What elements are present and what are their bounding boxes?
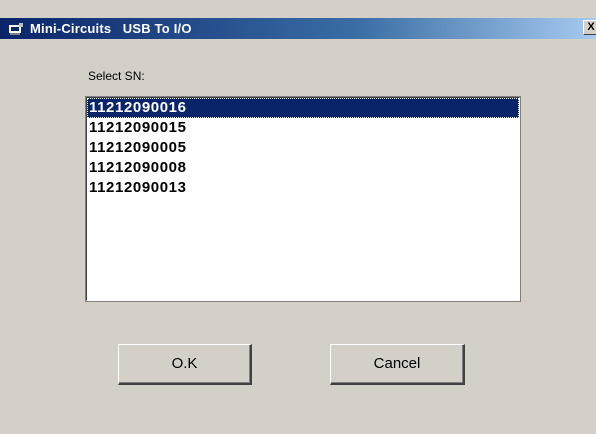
serial-number-item[interactable]: 11212090015 xyxy=(87,118,519,138)
title-bar[interactable]: Mini-Circuits USB To I/O X xyxy=(0,18,596,39)
window-title: Mini-Circuits USB To I/O xyxy=(30,21,192,36)
cancel-button[interactable]: Cancel xyxy=(330,344,465,385)
app-icon xyxy=(8,22,24,36)
serial-number-listbox[interactable]: 11212090016 11212090015 11212090005 1121… xyxy=(85,96,521,302)
close-button[interactable]: X xyxy=(583,20,596,35)
usb-to-io-dialog: Mini-Circuits USB To I/O X Select SN: 11… xyxy=(0,0,596,434)
select-sn-label: Select SN: xyxy=(88,69,145,83)
serial-number-item[interactable]: 11212090008 xyxy=(87,158,519,178)
serial-number-item[interactable]: 11212090005 xyxy=(87,138,519,158)
serial-number-item[interactable]: 11212090013 xyxy=(87,178,519,198)
close-icon: X xyxy=(587,21,595,33)
serial-number-item[interactable]: 11212090016 xyxy=(87,98,519,118)
ok-button[interactable]: O.K xyxy=(118,344,252,385)
